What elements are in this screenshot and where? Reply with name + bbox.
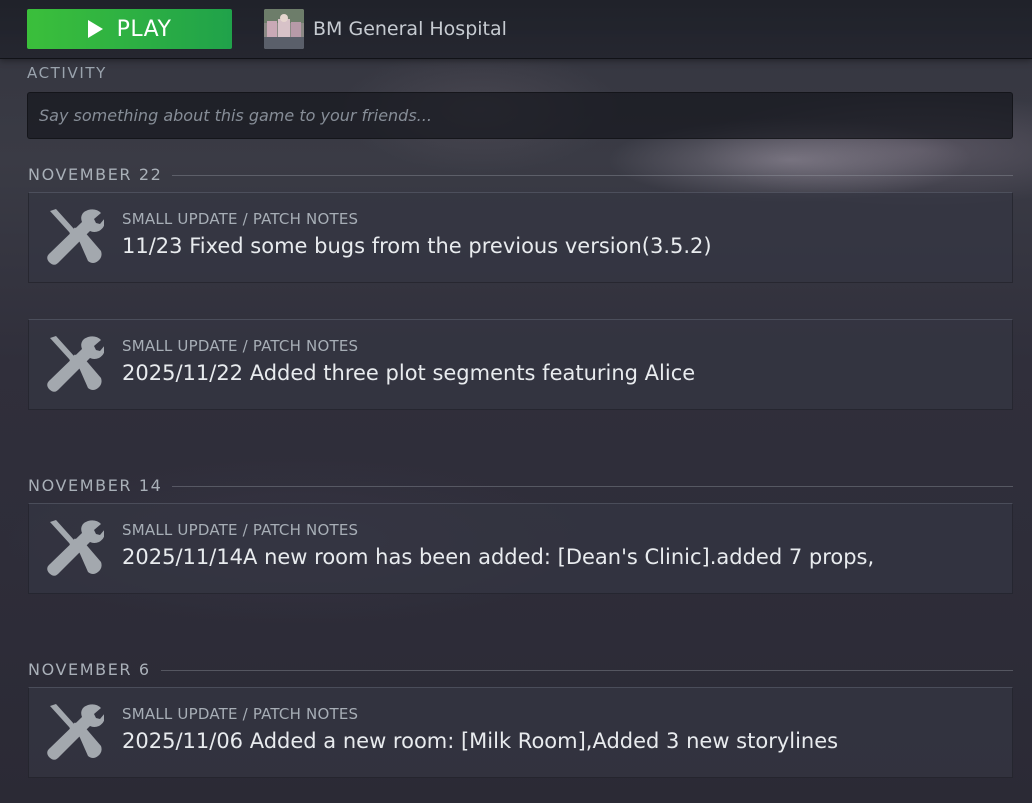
divider	[172, 175, 1013, 176]
date-header: NOVEMBER 22	[28, 165, 1013, 184]
event-card[interactable]: SMALL UPDATE / PATCH NOTES 2025/11/22 Ad…	[28, 319, 1013, 410]
date-label: NOVEMBER 14	[28, 476, 163, 495]
event-title: 2025/11/14A new room has been added: [De…	[122, 545, 875, 569]
divider	[160, 670, 1013, 671]
event-card[interactable]: SMALL UPDATE / PATCH NOTES 2025/11/06 Ad…	[28, 687, 1013, 778]
play-label: PLAY	[116, 16, 172, 42]
event-type: SMALL UPDATE / PATCH NOTES	[122, 705, 359, 723]
event-card[interactable]: SMALL UPDATE / PATCH NOTES 2025/11/14A n…	[28, 503, 1013, 594]
tools-icon	[44, 207, 104, 267]
event-title: 2025/11/06 Added a new room: [Milk Room]…	[122, 729, 839, 753]
event-title: 2025/11/22 Added three plot segments fea…	[122, 361, 696, 385]
date-header: NOVEMBER 6	[28, 660, 1013, 679]
date-label: NOVEMBER 6	[28, 660, 151, 679]
play-icon	[87, 20, 103, 38]
game-thumbnail[interactable]	[264, 9, 304, 49]
top-bar: PLAY BM General Hospital	[0, 0, 1032, 59]
divider	[172, 486, 1013, 487]
tools-icon	[44, 334, 104, 394]
activity-post-input[interactable]	[27, 92, 1013, 139]
event-type: SMALL UPDATE / PATCH NOTES	[122, 521, 359, 539]
event-card[interactable]: SMALL UPDATE / PATCH NOTES 11/23 Fixed s…	[28, 192, 1013, 283]
event-title: 11/23 Fixed some bugs from the previous …	[122, 234, 712, 258]
activity-section-label: ACTIVITY	[27, 64, 107, 82]
event-type: SMALL UPDATE / PATCH NOTES	[122, 337, 359, 355]
tools-icon	[44, 702, 104, 762]
date-label: NOVEMBER 22	[28, 165, 163, 184]
play-button[interactable]: PLAY	[27, 9, 232, 49]
event-type: SMALL UPDATE / PATCH NOTES	[122, 210, 359, 228]
date-header: NOVEMBER 14	[28, 476, 1013, 495]
tools-icon	[44, 518, 104, 578]
game-title[interactable]: BM General Hospital	[313, 18, 507, 40]
